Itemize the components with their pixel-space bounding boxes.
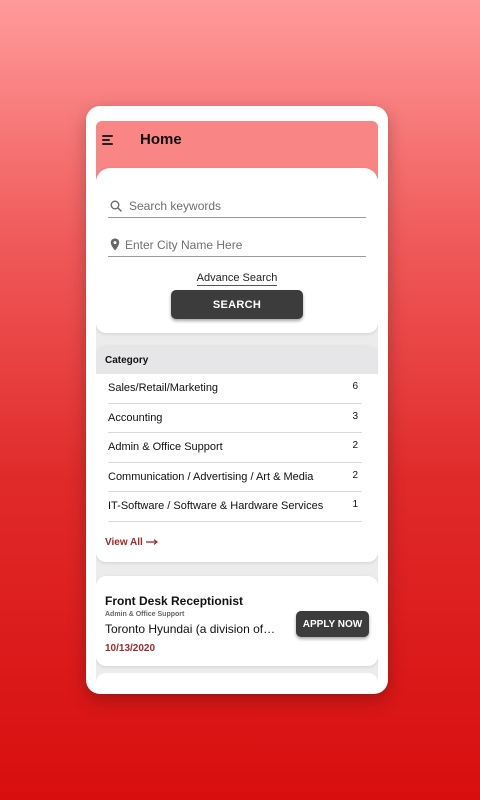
category-item-sales[interactable]: Sales/Retail/Marketing 6 bbox=[108, 374, 362, 404]
category-count: 3 bbox=[352, 410, 358, 422]
category-list: Sales/Retail/Marketing 6 Accounting 3 Ad… bbox=[108, 374, 362, 522]
category-card: Category Sales/Retail/Marketing 6 Accoun… bbox=[96, 346, 378, 562]
category-name: IT-Software / Software & Hardware Servic… bbox=[108, 500, 324, 513]
job-company: Toronto Hyundai (a division of M... bbox=[105, 622, 277, 636]
category-name: Sales/Retail/Marketing bbox=[108, 382, 219, 394]
advance-search-row: Advance Search bbox=[96, 268, 378, 286]
category-name: Communication / Advertising / Art & Medi… bbox=[108, 470, 314, 483]
search-button[interactable]: SEARCH bbox=[171, 290, 303, 319]
category-count: 1 bbox=[352, 499, 358, 511]
search-icon bbox=[110, 200, 122, 212]
category-count: 2 bbox=[352, 469, 358, 481]
app-screen: Home Advance Search SEARCH bbox=[96, 121, 378, 687]
category-title: Category bbox=[96, 346, 378, 374]
category-item-accounting[interactable]: Accounting 3 bbox=[108, 404, 362, 434]
city-name-input[interactable] bbox=[125, 238, 355, 252]
arrow-right-icon bbox=[145, 539, 158, 546]
advance-search-link[interactable]: Advance Search bbox=[196, 272, 278, 286]
category-name: Accounting bbox=[108, 411, 163, 424]
category-item-it-software[interactable]: IT-Software / Software & Hardware Servic… bbox=[108, 492, 362, 522]
category-item-admin[interactable]: Admin & Office Support 2 bbox=[108, 433, 362, 463]
keywords-field[interactable] bbox=[108, 196, 366, 218]
page-title: Home bbox=[140, 131, 182, 148]
job-card[interactable]: Front Desk Receptionist Admin & Office S… bbox=[96, 576, 378, 666]
apply-now-button[interactable]: APPLY NOW bbox=[296, 611, 369, 637]
category-count: 6 bbox=[352, 381, 358, 392]
job-title[interactable]: Front Desk Receptionist bbox=[105, 594, 243, 608]
view-all-label: View All bbox=[105, 537, 143, 548]
search-card: Advance Search SEARCH bbox=[96, 168, 378, 333]
hamburger-icon[interactable] bbox=[102, 135, 113, 145]
category-count: 2 bbox=[352, 440, 358, 452]
city-field[interactable] bbox=[108, 235, 366, 257]
search-keywords-input[interactable] bbox=[129, 199, 359, 213]
category-item-communication[interactable]: Communication / Advertising / Art & Medi… bbox=[108, 463, 362, 493]
location-pin-icon bbox=[110, 238, 120, 251]
job-date: 10/13/2020 bbox=[105, 643, 156, 654]
view-all-link[interactable]: View All bbox=[105, 537, 158, 548]
category-name: Admin & Office Support bbox=[108, 441, 223, 454]
phone-frame: Home Advance Search SEARCH bbox=[86, 106, 388, 694]
job-category: Admin & Office Support bbox=[105, 611, 185, 618]
next-job-card bbox=[96, 673, 378, 687]
